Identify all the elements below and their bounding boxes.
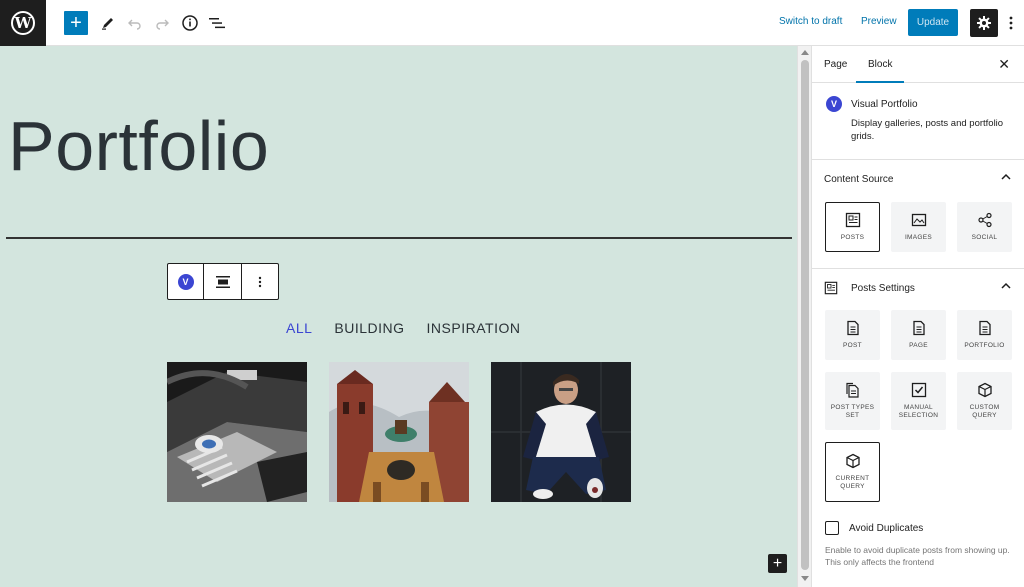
posts-settings-icon: [824, 281, 838, 300]
portfolio-item-building-image[interactable]: [329, 362, 469, 502]
scroll-down-icon[interactable]: [801, 576, 809, 581]
posts-type-page-button[interactable]: PAGE: [891, 310, 946, 360]
posts-type-portfolio-button[interactable]: PORTFOLIO: [957, 310, 1012, 360]
avoid-duplicates-help: Enable to avoid duplicate posts from sho…: [825, 545, 1010, 567]
portfolio-item-engine-image[interactable]: [167, 362, 307, 502]
tab-block[interactable]: Block: [855, 59, 906, 83]
block-toolbar: V: [167, 263, 279, 300]
switch-to-draft-link[interactable]: Switch to draft: [779, 16, 842, 27]
visual-portfolio-icon: V: [177, 273, 194, 290]
source-social-button[interactable]: SOCIAL: [957, 202, 1012, 252]
block-title: Visual Portfolio: [851, 99, 918, 110]
editor-top-bar: W + Switch to draft Preview Update: [0, 0, 1024, 46]
list-view-icon[interactable]: [205, 11, 229, 35]
portfolio-filter: ALL BUILDING INSPIRATION: [286, 320, 520, 336]
documents-icon: [845, 382, 859, 398]
custom-query-button[interactable]: CUSTOM QUERY: [957, 372, 1012, 430]
canvas-scrollbar[interactable]: [797, 46, 811, 587]
block-type-button[interactable]: V: [168, 264, 204, 299]
share-icon: [977, 212, 992, 228]
settings-button[interactable]: [970, 9, 998, 37]
content-source-panel: Content Source POSTS IMAGES SOCIAL: [812, 160, 1024, 269]
info-icon[interactable]: [178, 11, 202, 35]
editor-canvas[interactable]: Portfolio V ALL BUILDING INSPIRATION +: [0, 46, 797, 587]
avoid-duplicates-label[interactable]: Avoid Duplicates: [849, 523, 923, 534]
page-icon: [912, 320, 925, 336]
manual-selection-button[interactable]: MANUAL SELECTION: [891, 372, 946, 430]
align-wide-icon: [215, 275, 230, 288]
posts-type-set-button[interactable]: POST TYPES SET: [825, 372, 880, 430]
edit-tool-icon[interactable]: [96, 11, 120, 35]
chevron-up-icon[interactable]: [1001, 170, 1011, 184]
page-title[interactable]: Portfolio: [8, 106, 269, 186]
current-query-label: CURRENT QUERY: [835, 475, 870, 490]
posts-icon: [845, 212, 860, 228]
settings-sidebar: Page Block ✕ V Visual Portfolio Display …: [811, 46, 1024, 587]
more-vertical-icon: [258, 276, 262, 287]
filter-item-inspiration[interactable]: INSPIRATION: [427, 320, 521, 336]
redo-icon[interactable]: [150, 11, 174, 35]
posts-type-post-button[interactable]: POST: [825, 310, 880, 360]
source-posts-button[interactable]: POSTS: [825, 202, 880, 252]
posts-settings-panel: Posts Settings POST PAGE PORTFOLIO POST …: [812, 269, 1024, 587]
portfolio-item-person-image[interactable]: [491, 362, 631, 502]
current-query-button[interactable]: CURRENT QUERY: [825, 442, 880, 502]
posts-type-portfolio-label: PORTFOLIO: [964, 342, 1005, 349]
preview-link[interactable]: Preview: [861, 16, 897, 27]
manual-selection-label: MANUAL SELECTION: [898, 404, 939, 419]
custom-query-label: CUSTOM QUERY: [969, 404, 1000, 419]
images-icon: [911, 213, 926, 227]
source-images-button[interactable]: IMAGES: [891, 202, 946, 252]
wordpress-logo-button[interactable]: W: [0, 0, 46, 46]
add-block-inline-button[interactable]: +: [768, 554, 787, 573]
filter-item-building[interactable]: BUILDING: [334, 320, 404, 336]
wordpress-icon: W: [11, 11, 35, 35]
gear-icon: [977, 16, 991, 30]
close-icon[interactable]: ✕: [998, 56, 1010, 73]
sidebar-tabs: Page Block ✕: [812, 46, 1024, 83]
scroll-up-icon[interactable]: [801, 50, 809, 55]
align-button[interactable]: [204, 264, 242, 299]
source-images-label: IMAGES: [904, 234, 933, 241]
block-description: Display galleries, posts and portfolio g…: [851, 118, 1004, 142]
add-block-button[interactable]: +: [64, 11, 88, 35]
posts-settings-title[interactable]: Posts Settings: [851, 283, 915, 294]
block-card: V Visual Portfolio Display galleries, po…: [812, 83, 1024, 160]
source-social-label: SOCIAL: [971, 234, 998, 241]
more-options-icon[interactable]: [1004, 11, 1018, 35]
avoid-duplicates-checkbox[interactable]: [825, 521, 839, 535]
update-button[interactable]: Update: [908, 9, 958, 36]
separator-block[interactable]: [6, 237, 792, 239]
chevron-up-icon[interactable]: [1001, 279, 1011, 293]
block-options-button[interactable]: [242, 264, 278, 299]
posts-type-set-label: POST TYPES SET: [830, 404, 875, 419]
cube-icon: [977, 382, 992, 398]
undo-icon[interactable]: [123, 11, 147, 35]
checkbox-icon: [911, 382, 926, 398]
tab-page[interactable]: Page: [824, 59, 847, 70]
portfolio-icon: [978, 320, 991, 336]
posts-type-page-label: PAGE: [909, 342, 928, 349]
filter-item-all[interactable]: ALL: [286, 320, 312, 336]
posts-type-post-label: POST: [843, 342, 862, 349]
document-icon: [846, 320, 859, 336]
source-posts-label: POSTS: [840, 234, 865, 241]
scrollbar-thumb[interactable]: [801, 60, 809, 570]
cube-icon: [845, 453, 860, 469]
visual-portfolio-icon: V: [826, 96, 842, 112]
content-source-title[interactable]: Content Source: [824, 174, 894, 185]
